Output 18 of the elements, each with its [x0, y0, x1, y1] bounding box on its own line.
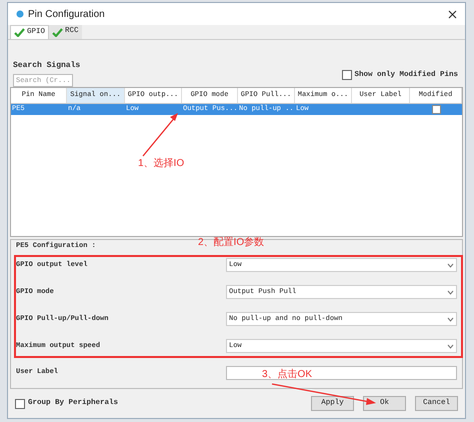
annotation-text: 2、配置IO参数	[198, 237, 264, 249]
chevron-down-icon	[447, 262, 454, 268]
arrow	[142, 113, 178, 156]
close-icon[interactable]	[448, 10, 457, 18]
app-icon	[16, 10, 24, 18]
check-icon	[52, 28, 64, 36]
window-title: Pin Configuration	[28, 8, 105, 22]
checkbox[interactable]	[432, 105, 440, 114]
annotation-text: 3、点击OK	[262, 369, 312, 381]
checkbox[interactable]	[342, 70, 352, 80]
chevron-down-icon	[447, 290, 454, 294]
checkbox[interactable]	[15, 398, 25, 408]
search-label: Search Signals	[13, 60, 80, 72]
chevron-down-icon	[447, 344, 454, 348]
user-label-field[interactable]	[226, 366, 457, 380]
check-icon	[14, 28, 25, 37]
chevron-down-icon	[447, 316, 454, 322]
annotation-text: 1、选择IO	[138, 158, 184, 170]
